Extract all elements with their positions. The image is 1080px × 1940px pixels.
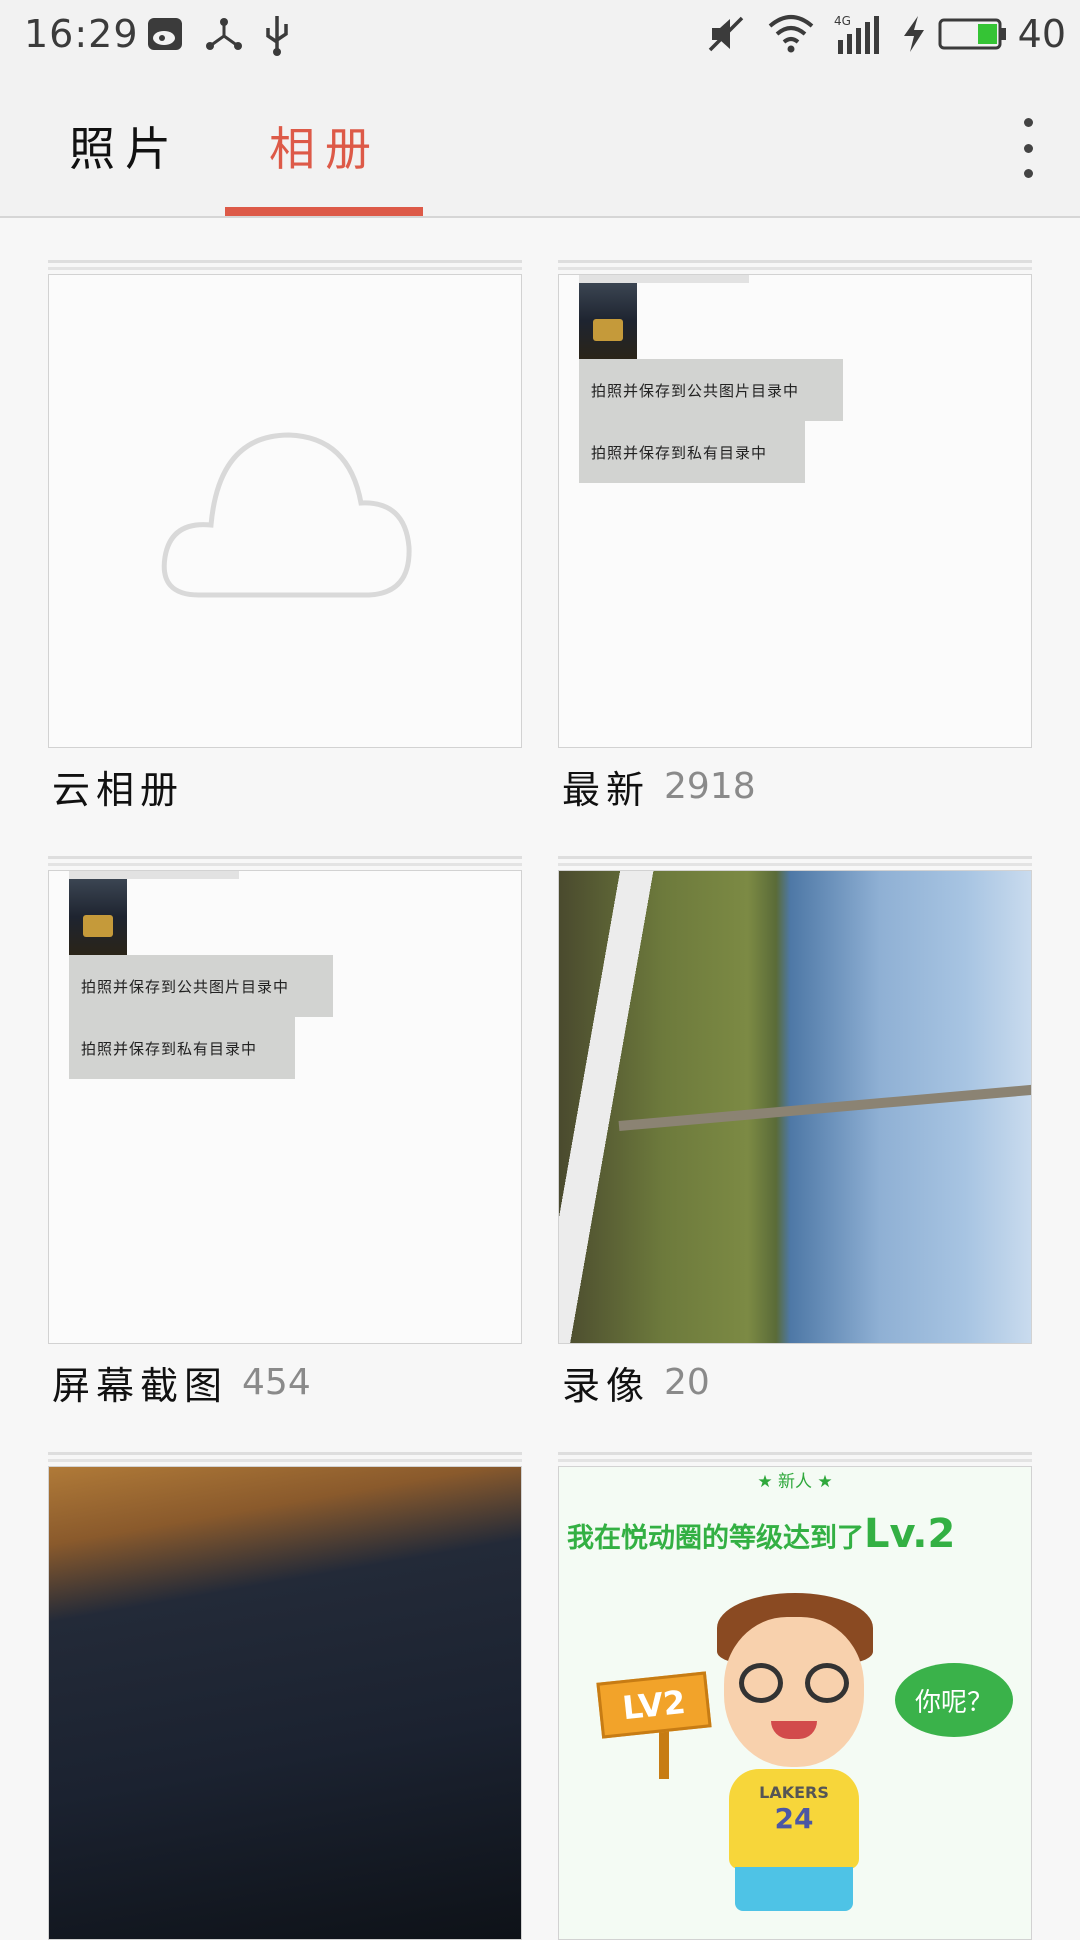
active-tab-indicator: [225, 207, 423, 216]
status-bar: 16:29 4G 40: [0, 0, 1080, 74]
album-caption: 云相册: [52, 756, 184, 816]
signal-4g-icon: 4G: [834, 14, 886, 60]
album-stack-edge: [558, 856, 1032, 859]
sign-stick: [659, 1729, 669, 1779]
album-name: 屏幕截图: [52, 1363, 229, 1408]
promo-level: Lv.2: [864, 1511, 956, 1557]
battery-level: 40: [1017, 12, 1066, 56]
usb-icon: [260, 14, 294, 60]
dot: [1023, 118, 1033, 127]
album-stack-edge: [48, 856, 522, 859]
promo-headline: 我在悦动圈的等级达到了Lv.2: [567, 1511, 955, 1557]
thumb-menu-item: 拍照并保存到公共图片目录中: [69, 955, 333, 1017]
wifi-icon: [766, 14, 816, 58]
dot: [1023, 169, 1033, 178]
album-count: 2918: [664, 765, 756, 807]
album-thumbnail[interactable]: 拍照并保存到公共图片目录中 拍照并保存到私有目录中: [48, 870, 522, 1344]
album-caption: 屏幕截图 454: [52, 1352, 311, 1412]
album-stack-edge: [558, 1459, 1032, 1462]
dot: [1023, 143, 1033, 153]
album-name: 云相册: [52, 767, 185, 812]
thumb-topbar: [579, 275, 749, 283]
cartoon-shirt: LAKERS 24: [729, 1769, 859, 1869]
album-caption: 录像 20: [562, 1352, 710, 1412]
album-thumbnail[interactable]: 拍照并保存到公共图片目录中 拍照并保存到私有目录中: [558, 274, 1032, 748]
album-thumbnail[interactable]: ★ 新人 ★ 我在悦动圈的等级达到了Lv.2 LV2 你呢？ LAKERS 24: [558, 1466, 1032, 1940]
promo-badge: ★ 新人 ★: [757, 1472, 833, 1492]
photo-detail: [618, 1080, 1031, 1131]
album-count: 20: [664, 1361, 710, 1403]
thumb-menu: 拍照并保存到公共图片目录中 拍照并保存到私有目录中: [69, 955, 333, 1083]
thumb-menu-item: 拍照并保存到公共图片目录中: [579, 359, 843, 421]
share-nodes-icon: [204, 14, 244, 58]
more-options-icon[interactable]: [1016, 118, 1040, 178]
album-grid: 云相册 拍照并保存到公共图片目录中 拍照并保存到私有目录中 最新 2918 拍照…: [0, 220, 1080, 1940]
album-stack-edge: [48, 1452, 522, 1455]
thumb-camera-photo: [69, 879, 127, 955]
album-stack-edge: [48, 863, 522, 866]
album-thumbnail[interactable]: [558, 870, 1032, 1344]
album-stack-edge: [48, 260, 522, 263]
thumb-topbar: [69, 871, 239, 879]
tab-photos[interactable]: 照片: [25, 74, 225, 218]
thumb-menu-item: 拍照并保存到私有目录中: [579, 421, 805, 483]
thumb-menu: 拍照并保存到公共图片目录中 拍照并保存到私有目录中: [579, 359, 843, 487]
album-name: 最新: [562, 767, 651, 812]
shirt-number: 24: [774, 1802, 814, 1835]
album-thumbnail[interactable]: [48, 1466, 522, 1940]
status-time: 16:29: [24, 12, 139, 56]
charging-icon: [900, 14, 928, 58]
shirt-text: LAKERS: [759, 1783, 829, 1802]
album-name: 录像: [562, 1363, 651, 1408]
cartoon-shorts: [735, 1867, 853, 1911]
album-stack-edge: [48, 1459, 522, 1462]
album-stack-edge: [558, 260, 1032, 263]
promo-speech-bubble: 你呢？: [895, 1663, 1013, 1737]
cartoon-glasses: [805, 1663, 849, 1703]
battery-icon: [938, 14, 1008, 58]
cartoon-glasses: [739, 1663, 783, 1703]
album-thumbnail[interactable]: [48, 274, 522, 748]
mute-icon: [706, 14, 746, 58]
thumb-menu-item: 拍照并保存到私有目录中: [69, 1017, 295, 1079]
tab-albums[interactable]: 相册: [225, 74, 425, 218]
weibo-icon: [146, 14, 186, 58]
thumb-camera-photo: [579, 283, 637, 359]
album-count: 454: [242, 1361, 311, 1403]
promo-sign: LV2: [596, 1671, 712, 1739]
tab-bar: 照片 相册: [0, 74, 1080, 218]
album-stack-edge: [558, 1452, 1032, 1455]
album-stack-edge: [48, 267, 522, 270]
cloud-icon: [161, 432, 412, 598]
svg-text:4G: 4G: [834, 14, 851, 28]
album-stack-edge: [558, 267, 1032, 270]
album-stack-edge: [558, 863, 1032, 866]
promo-headline-text: 我在悦动圈的等级达到了: [567, 1523, 864, 1554]
album-caption: 最新 2918: [562, 756, 756, 816]
